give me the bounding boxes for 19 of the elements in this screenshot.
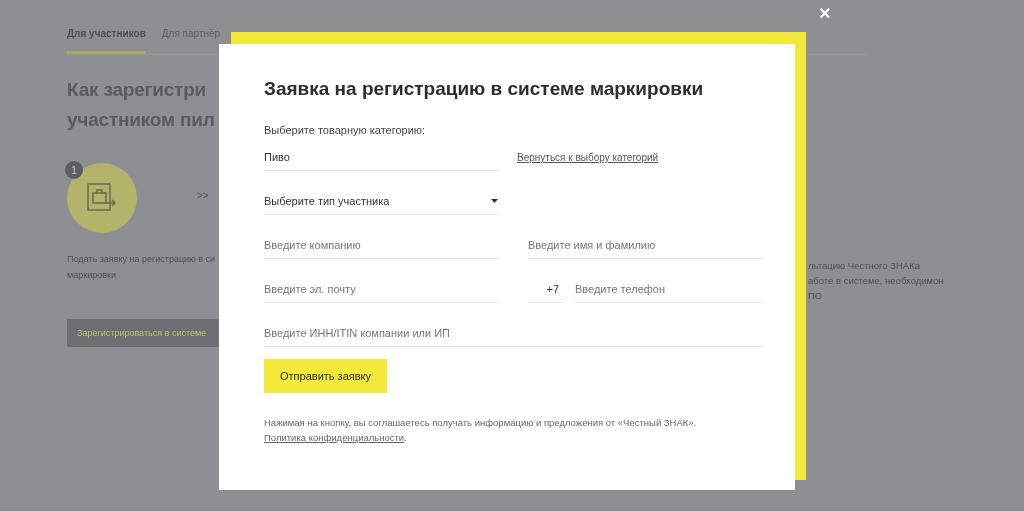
modal-title: Заявка на регистрацию в системе маркировки [264,77,705,101]
name-field[interactable]: Введите имя и фамилию [528,232,762,259]
company-field[interactable]: Введите компанию [264,232,498,259]
arrow-marks: >> [197,189,209,201]
category-label: Выберите товарную категорию: [264,124,427,136]
step-number-badge: 1 [65,161,83,179]
participant-type-select[interactable]: Выберите тип участника [264,188,498,215]
inn-field[interactable]: Введите ИНН/ITIN компании или ИП [264,320,762,347]
consent-text: Нажимая на кнопку, вы соглашаетесь получать информацию и предложения от «Честный ЗНАК». Политика конфиденциальности. [264,416,698,445]
phone-code-field[interactable]: +7 [528,276,563,303]
step-text-line: маркировки [67,269,116,282]
phone-field[interactable]: Введите телефон [575,276,762,303]
step-text-line: льтацию Честного ЗНАКа [808,259,920,273]
category-field[interactable]: Пиво [264,144,498,171]
submit-button[interactable]: Отправить заявку [264,359,387,393]
email-field[interactable]: Введите эл. почту [264,276,498,303]
back-to-categories-link[interactable]: Вернуться к выбору категорий [517,152,762,163]
step-text-line: ПО [808,289,823,303]
caret-icon [491,199,498,203]
